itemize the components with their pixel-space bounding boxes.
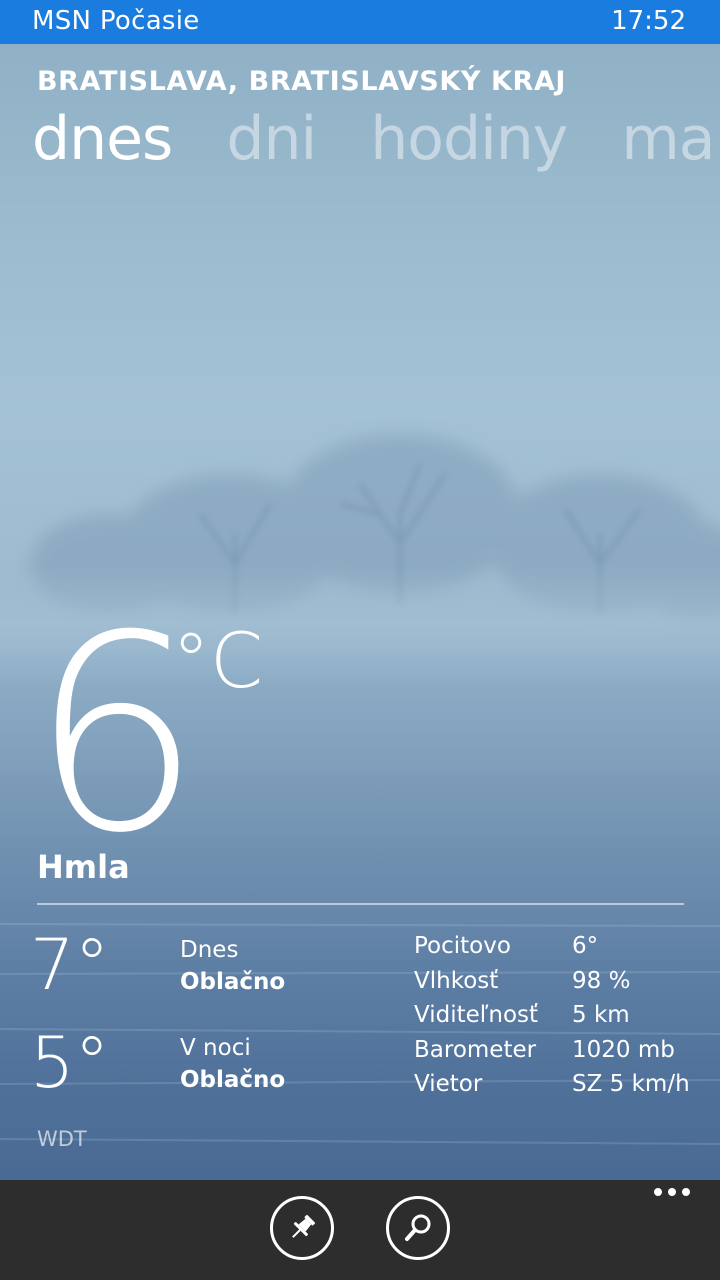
weather-details: Pocitovo 6° Vlhkosť 98 % Viditeľnosť 5 k… xyxy=(414,933,690,1106)
tab-hodiny[interactable]: hodiny xyxy=(370,104,568,174)
app-bar xyxy=(0,1180,720,1280)
pin-icon xyxy=(292,1214,316,1238)
clock: 17:52 xyxy=(611,6,686,36)
detail-value: 6° xyxy=(572,933,599,959)
ellipsis-icon[interactable] xyxy=(654,1188,690,1196)
detail-label: Vlhkosť xyxy=(414,967,499,994)
pin-button[interactable] xyxy=(270,1196,334,1260)
detail-row: Vietor SZ 5 km/h xyxy=(414,1071,690,1106)
detail-label: Barometer xyxy=(414,1036,537,1063)
divider xyxy=(37,903,684,905)
current-condition: Hmla xyxy=(37,848,130,886)
forecast-period-label: V noci xyxy=(180,1035,251,1061)
detail-value: 1020 mb xyxy=(572,1036,675,1063)
current-temperature: 6 xyxy=(30,577,202,892)
detail-label: Pocitovo xyxy=(414,933,511,959)
detail-row: Vlhkosť 98 % xyxy=(414,968,690,1003)
tab-dnes[interactable]: dnes xyxy=(32,104,173,174)
forecast-period-label: Dnes xyxy=(180,937,239,963)
status-bar: MSN Počasie 17:52 xyxy=(0,0,720,44)
detail-label: Viditeľnosť xyxy=(414,1002,539,1029)
low-temperature: 5° xyxy=(30,1022,110,1104)
detail-value: 5 km xyxy=(572,1002,630,1029)
high-temperature: 7° xyxy=(30,924,110,1006)
detail-row: Viditeľnosť 5 km xyxy=(414,1002,690,1037)
location-title: BRATISLAVA, BRATISLAVSKÝ KRAJ xyxy=(37,66,567,97)
search-icon xyxy=(405,1214,431,1241)
forecast-description: Oblačno xyxy=(180,1067,286,1093)
search-button[interactable] xyxy=(386,1196,450,1260)
temperature-unit: °C xyxy=(172,616,264,705)
detail-label: Vietor xyxy=(414,1071,483,1098)
forecast-description: Oblačno xyxy=(180,969,286,995)
detail-row: Pocitovo 6° xyxy=(414,933,690,968)
tab-dni[interactable]: dni xyxy=(226,104,317,174)
pivot-tabs: dnes dni hodiny mapy c xyxy=(32,104,720,174)
weather-screen: MSN Počasie 17:52 BRATISLAVA, BRATISLAVS… xyxy=(0,0,720,1280)
tab-mapy[interactable]: mapy xyxy=(621,104,720,174)
forecast-night: V noci Oblačno xyxy=(180,1032,285,1096)
app-name: MSN Počasie xyxy=(32,6,200,36)
data-provider: WDT xyxy=(37,1127,87,1151)
detail-value: 98 % xyxy=(572,967,631,994)
detail-value: SZ 5 km/h xyxy=(572,1071,690,1098)
detail-row: Barometer 1020 mb xyxy=(414,1037,690,1072)
forecast-today: Dnes Oblačno xyxy=(180,934,285,998)
